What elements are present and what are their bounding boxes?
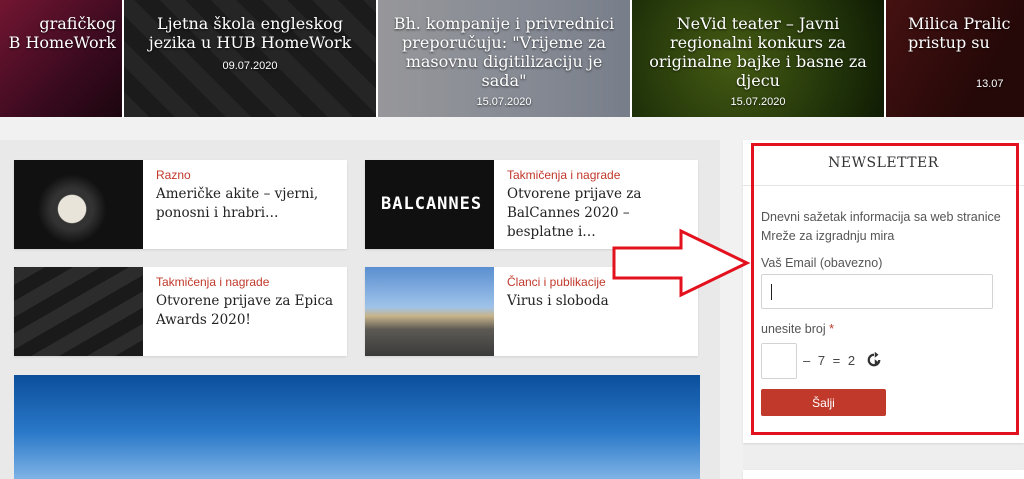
post-card[interactable]: Takmičenja i nagrade Otvorene prijave za… [14,267,347,356]
post-thumbnail[interactable]: BALCANNES [365,160,494,249]
post-category[interactable]: Takmičenja i nagrade [156,275,269,289]
slide-date: 09.07.2020 [222,60,278,72]
thumbnail-logo-text: BALCANNES [381,194,483,214]
post-thumbnail[interactable] [14,267,143,356]
slide-title[interactable]: Bh. kompanije i privrednici preporučuju:… [378,14,630,90]
slide-date: 13.07 [976,78,1004,90]
slide-title[interactable]: grafičkog B HomeWork [0,14,122,52]
annotation-arrow-icon [612,228,751,298]
carousel-slide[interactable]: NeVid teater – Javni regionalni konkurs … [632,0,886,117]
slide-date: 15.07.2020 [476,96,532,108]
post-thumbnail[interactable] [14,160,143,249]
carousel-slide[interactable]: Bh. kompanije i privrednici preporučuju:… [378,0,632,117]
post-category[interactable]: Članci i publikacije [507,275,606,289]
slide-title[interactable]: Ljetna škola engleskog jezika u HUB Home… [124,14,376,52]
post-thumbnail[interactable] [365,267,494,356]
carousel-slide[interactable]: grafičkog B HomeWork [0,0,124,117]
slide-date: 15.07.2020 [730,96,786,108]
main-content: Razno Američke akite – vjerni, ponosni i… [0,140,720,479]
post-category[interactable]: Razno [156,168,191,182]
post-title[interactable]: Američke akite – vjerni, ponosni i hrabr… [156,185,341,223]
post-card[interactable]: Razno Američke akite – vjerni, ponosni i… [14,160,347,249]
carousel-slide[interactable]: Ljetna škola engleskog jezika u HUB Home… [124,0,378,117]
highlight-frame [751,143,1019,435]
sidebar-widget [743,470,1024,479]
post-title[interactable]: Otvorene prijave za Epica Awards 2020! [156,292,341,330]
featured-image[interactable] [14,375,700,479]
featured-carousel: grafičkog B HomeWork Ljetna škola engles… [0,0,1024,117]
slide-title[interactable]: NeVid teater – Javni regionalni konkurs … [632,14,884,90]
slide-title[interactable]: Milica Pralic pristup su [900,14,1024,52]
post-category[interactable]: Takmičenja i nagrade [507,168,620,182]
carousel-slide[interactable]: Milica Pralic pristup su 13.07 [886,0,1024,117]
